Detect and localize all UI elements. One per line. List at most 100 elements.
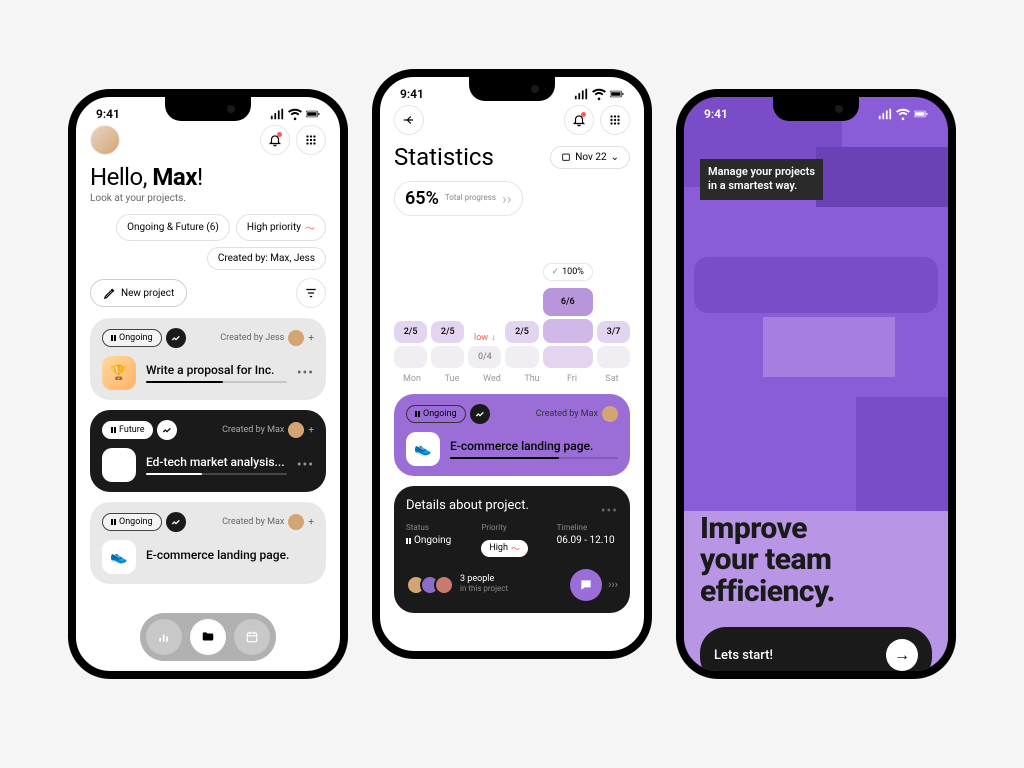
- filter-button[interactable]: [296, 278, 326, 308]
- phone-onboarding: 9:41 Manage your projects in a smartest …: [676, 89, 956, 679]
- plus-icon: +: [308, 517, 314, 528]
- tagline-l1: Manage your projects: [708, 165, 815, 179]
- chart-col-thu[interactable]: 2/5: [505, 321, 538, 368]
- project-card-3[interactable]: Ongoing Created by Max+ 👟 E-commerce lan…: [90, 502, 326, 584]
- new-project-label: New project: [121, 288, 174, 299]
- user-avatar[interactable]: [90, 125, 120, 155]
- avatars-stack: [406, 575, 454, 595]
- expand-icon[interactable]: ›››: [608, 578, 618, 591]
- more-icon[interactable]: •••: [297, 365, 314, 381]
- chart-col-sat[interactable]: 3/7: [597, 321, 630, 368]
- project-info: Ed-tech market analysis...: [146, 455, 287, 475]
- apps-button[interactable]: [296, 125, 326, 155]
- status-tag: Ongoing: [102, 513, 162, 531]
- header-row: [90, 125, 326, 155]
- chat-button[interactable]: [570, 569, 602, 601]
- status-tag: Ongoing: [102, 329, 162, 347]
- stats-head: Statistics Nov 22 ⌄: [394, 143, 630, 171]
- peak-marker: ✓100%: [543, 263, 593, 281]
- card-meta: Created by Max+: [222, 422, 314, 438]
- notifications-button[interactable]: [564, 105, 594, 135]
- bar-value: 6/6: [543, 288, 593, 316]
- details-title: Details about project.: [406, 498, 529, 513]
- chart-col-fri[interactable]: ✓100% 6/6: [543, 263, 593, 368]
- phone-home: 9:41 Hello, Max! Look at your projects. …: [68, 89, 348, 679]
- chart-col-mon[interactable]: 2/5: [394, 321, 427, 368]
- date-picker[interactable]: Nov 22 ⌄: [550, 146, 630, 169]
- trend-up-icon: 〜: [511, 542, 520, 555]
- card-status-group: Ongoing: [102, 512, 186, 532]
- hero-text: Improve your team efficiency.: [700, 513, 932, 608]
- bar-value: 0/4: [468, 346, 501, 368]
- project-progress: [450, 457, 618, 459]
- chart-col-tue[interactable]: 2/5: [431, 321, 464, 368]
- card-status-group: Future: [102, 420, 177, 440]
- people-group[interactable]: 3 people in this project: [406, 575, 508, 595]
- nav-folder[interactable]: [190, 619, 226, 655]
- card-head: Ongoing Created by Jess+: [102, 328, 314, 348]
- nav-calendar[interactable]: [234, 619, 270, 655]
- stats-screen: Statistics Nov 22 ⌄ 65% Total progress ›…: [380, 105, 644, 649]
- new-project-button[interactable]: New project: [90, 279, 187, 307]
- day-wed: Wed: [474, 374, 510, 384]
- wifi-icon: [896, 107, 910, 121]
- card-status-group: Ongoing: [102, 328, 186, 348]
- bar-value: 3/7: [597, 321, 630, 343]
- label: Status: [406, 523, 467, 532]
- project-info: E-commerce landing page.: [450, 439, 618, 459]
- people-sub: in this project: [460, 585, 508, 594]
- calendar-icon: [245, 630, 259, 644]
- header-actions: [564, 105, 630, 135]
- more-icon[interactable]: •••: [601, 503, 618, 519]
- chip-created[interactable]: Created by: Max, Jess: [207, 247, 326, 270]
- day-fri: Fri: [554, 374, 590, 384]
- home-screen: Hello, Max! Look at your projects. Ongoi…: [76, 125, 340, 669]
- notifications-button[interactable]: [260, 125, 290, 155]
- detail-timeline: Timeline 06.09 - 12.10: [557, 523, 618, 557]
- value: 06.09 - 12.10: [557, 535, 618, 546]
- back-button[interactable]: [394, 105, 424, 135]
- notch: [469, 77, 555, 101]
- project-card-1[interactable]: Ongoing Created by Jess+ 🏆 Write a propo…: [90, 318, 326, 400]
- more-icon[interactable]: •••: [297, 457, 314, 473]
- bars-icon: [157, 630, 171, 644]
- card-head: Ongoing Created by Max+: [102, 512, 314, 532]
- calendar-icon: [561, 152, 571, 162]
- priority-pill: High〜: [481, 540, 528, 557]
- chart-col-wed[interactable]: low↓ 0/4: [468, 332, 501, 368]
- chip-priority[interactable]: High priority 〜: [236, 214, 326, 241]
- nav-stats[interactable]: [146, 619, 182, 655]
- pencil-icon: [103, 286, 117, 300]
- chip-ongoing[interactable]: Ongoing & Future (6): [116, 214, 230, 241]
- apps-button[interactable]: [600, 105, 630, 135]
- chip-priority-label: High priority: [247, 222, 301, 233]
- header-row: [394, 105, 630, 135]
- total-progress[interactable]: 65% Total progress ››: [394, 181, 523, 216]
- hero-l2: your team: [700, 544, 932, 576]
- project-title: E-commerce landing page.: [450, 439, 618, 453]
- bar-empty: [505, 346, 538, 368]
- day-mon: Mon: [394, 374, 430, 384]
- signal-icon: [574, 87, 588, 101]
- chat-icon: [579, 578, 593, 592]
- selected-project-card[interactable]: Ongoing Created by Max 👟 E-commerce land…: [394, 394, 630, 476]
- bar-low: [543, 346, 593, 368]
- chart-icon: [166, 328, 186, 348]
- value: Ongoing: [406, 535, 467, 546]
- battery-icon: [610, 87, 624, 101]
- card-head: Future Created by Max+: [102, 420, 314, 440]
- wifi-icon: [288, 107, 302, 121]
- meta-label: Created by Max: [536, 409, 598, 419]
- subtitle: Look at your projects.: [90, 193, 326, 204]
- status-label: Future: [119, 425, 144, 435]
- bell-icon: [268, 133, 282, 147]
- folder-icon: [201, 630, 215, 644]
- day-sat: Sat: [594, 374, 630, 384]
- start-button[interactable]: Lets start! →: [700, 627, 932, 679]
- trend-up-icon: 〜: [305, 220, 315, 235]
- fab-group: ›››: [570, 569, 618, 601]
- day-tue: Tue: [434, 374, 470, 384]
- battery-icon: [306, 107, 320, 121]
- chevron-down-icon: ⌄: [611, 152, 619, 163]
- project-card-2[interactable]: Future Created by Max+ E Ed-tech market …: [90, 410, 326, 492]
